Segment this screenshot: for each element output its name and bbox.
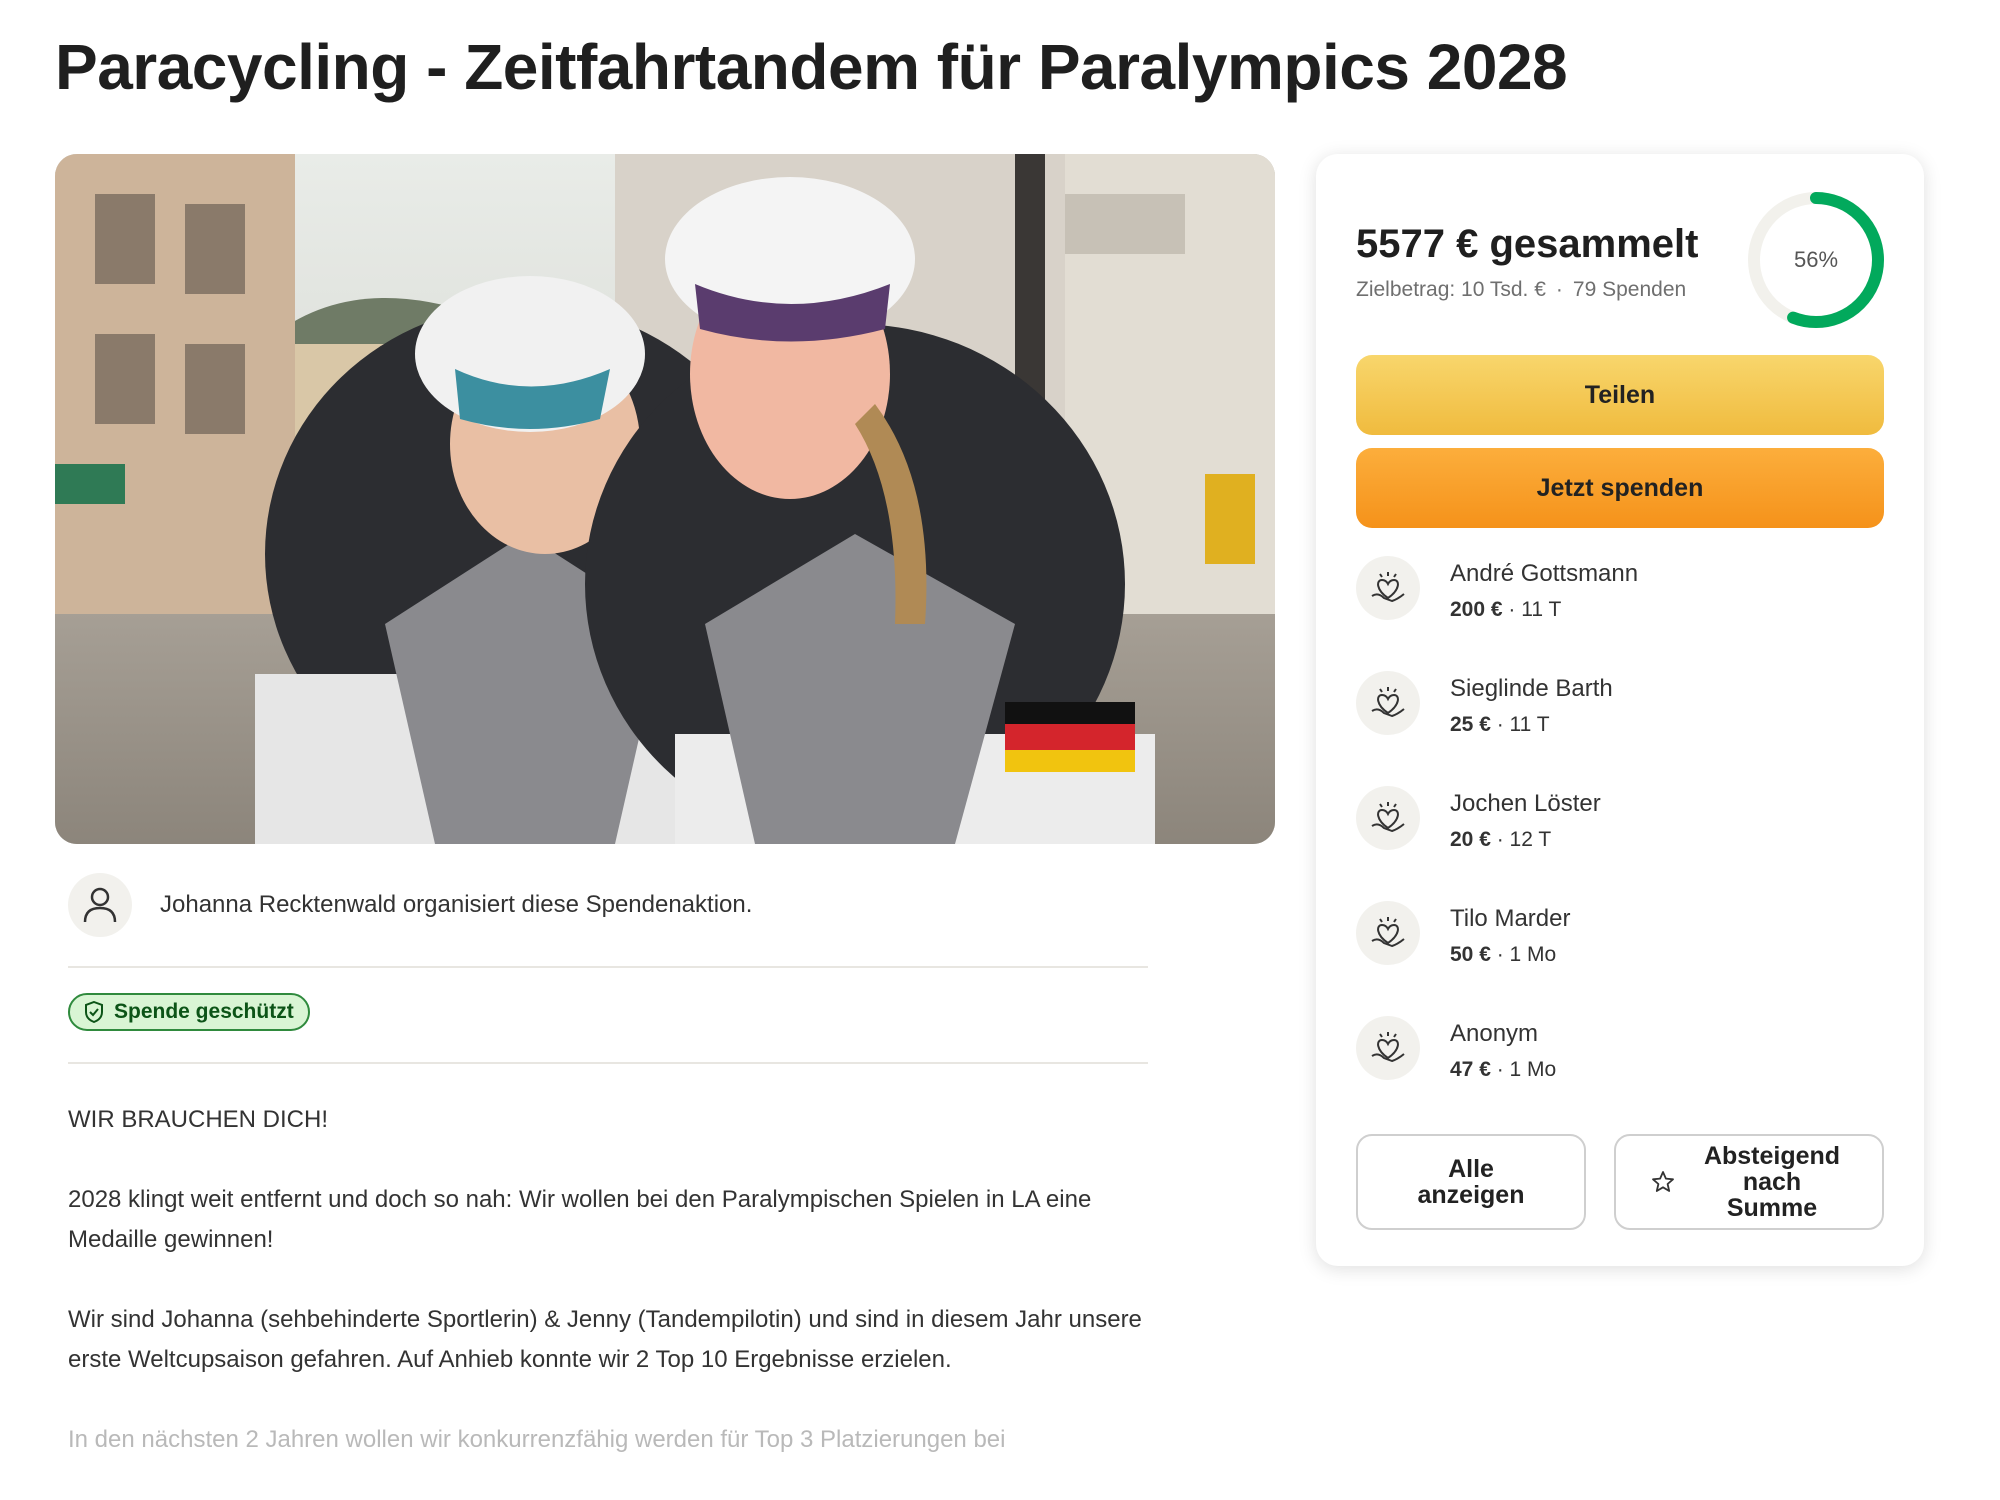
donation-time: · 1 Mo bbox=[1496, 943, 1557, 966]
campaign-photo bbox=[55, 154, 1275, 844]
show-all-button[interactable]: Alle anzeigen bbox=[1356, 1134, 1586, 1230]
heart-hands-icon bbox=[1356, 786, 1420, 850]
donation-meta: 25 € · 11 T bbox=[1450, 713, 1550, 737]
donor-name: Anonym bbox=[1450, 1020, 1539, 1047]
story-paragraph: Wir sind Johanna (sehbehinderte Sportler… bbox=[68, 1306, 1142, 1373]
donation-time: · 12 T bbox=[1496, 828, 1552, 851]
goal-amount: Zielbetrag: 10 Tsd. € bbox=[1356, 278, 1546, 301]
donation-meta: 50 € · 1 Mo bbox=[1450, 943, 1556, 967]
donation-meta: 47 € · 1 Mo bbox=[1450, 1058, 1556, 1082]
story-paragraph: WIR BRAUCHEN DICH! bbox=[68, 1106, 329, 1133]
donation-time: · 11 T bbox=[1508, 598, 1562, 621]
donation-item: Anonym 47 € · 1 Mo bbox=[1356, 1016, 1884, 1131]
heart-hands-icon bbox=[1356, 671, 1420, 735]
donation-meta: 200 € · 11 T bbox=[1450, 598, 1561, 622]
user-icon bbox=[68, 873, 132, 937]
organizer-row: Johanna Recktenwald organisiert diese Sp… bbox=[68, 873, 752, 937]
donation-count: 79 Spenden bbox=[1572, 278, 1687, 301]
heart-hands-icon bbox=[1356, 556, 1420, 620]
star-icon bbox=[1652, 1171, 1674, 1192]
show-all-label: Alle anzeigen bbox=[1417, 1155, 1525, 1209]
shield-icon bbox=[85, 1001, 103, 1023]
story-text: WIR BRAUCHEN DICH! 2028 klingt weit entf… bbox=[68, 1100, 1148, 1500]
organizer-text: Johanna Recktenwald organisiert diese Sp… bbox=[160, 891, 753, 918]
divider bbox=[68, 966, 1148, 968]
donation-item: André Gottsmann 200 € · 11 T bbox=[1356, 556, 1884, 671]
progress-percent: 56% bbox=[1793, 247, 1839, 272]
story-paragraph: In den nächsten 2 Jahren wollen wir konk… bbox=[68, 1426, 1006, 1453]
story-paragraph: 2028 klingt weit entfernt und doch so na… bbox=[68, 1186, 1092, 1253]
page-title: Paracycling - Zeitfahrtandem für Paralym… bbox=[55, 31, 1568, 103]
donation-amount: 200 € bbox=[1450, 598, 1503, 621]
share-button[interactable]: Teilen bbox=[1356, 355, 1884, 435]
heart-hands-icon bbox=[1356, 901, 1420, 965]
donor-name: Sieglinde Barth bbox=[1450, 675, 1613, 702]
donation-meta: 20 € · 12 T bbox=[1450, 828, 1551, 852]
donation-item: Sieglinde Barth 25 € · 11 T bbox=[1356, 671, 1884, 786]
donor-name: Tilo Marder bbox=[1450, 905, 1571, 932]
donation-time: · 1 Mo bbox=[1496, 1058, 1557, 1081]
amount-raised: 5577 € gesammelt bbox=[1356, 222, 1699, 266]
meta-separator: · bbox=[1555, 278, 1563, 301]
donation-list: André Gottsmann 200 € · 11 T Sieglinde B… bbox=[1356, 556, 1884, 1131]
sort-by-amount-button[interactable]: Absteigend nach Summe bbox=[1614, 1134, 1884, 1230]
donation-amount: 50 € bbox=[1450, 943, 1491, 966]
badge-label: Spende geschützt bbox=[114, 1000, 294, 1023]
donation-amount: 20 € bbox=[1450, 828, 1491, 851]
heart-hands-icon bbox=[1356, 1016, 1420, 1080]
donation-item: Jochen Löster 20 € · 12 T bbox=[1356, 786, 1884, 901]
donation-time: · 11 T bbox=[1496, 713, 1550, 736]
goal-meta: Zielbetrag: 10 Tsd. € · 79 Spenden bbox=[1356, 278, 1686, 302]
donor-name: André Gottsmann bbox=[1450, 560, 1639, 587]
donate-button[interactable]: Jetzt spenden bbox=[1356, 448, 1884, 528]
donation-amount: 47 € bbox=[1450, 1058, 1491, 1081]
protected-donation-badge[interactable]: Spende geschützt bbox=[68, 993, 310, 1031]
sort-label: Absteigend nach Summe bbox=[1703, 1142, 1841, 1222]
donation-sidebar: 5577 € gesammelt Zielbetrag: 10 Tsd. € · 7… bbox=[1316, 154, 1924, 1266]
donation-amount: 25 € bbox=[1450, 713, 1491, 736]
donor-name: Jochen Löster bbox=[1450, 790, 1601, 817]
divider bbox=[68, 1062, 1148, 1064]
donation-item: Tilo Marder 50 € · 1 Mo bbox=[1356, 901, 1884, 1016]
